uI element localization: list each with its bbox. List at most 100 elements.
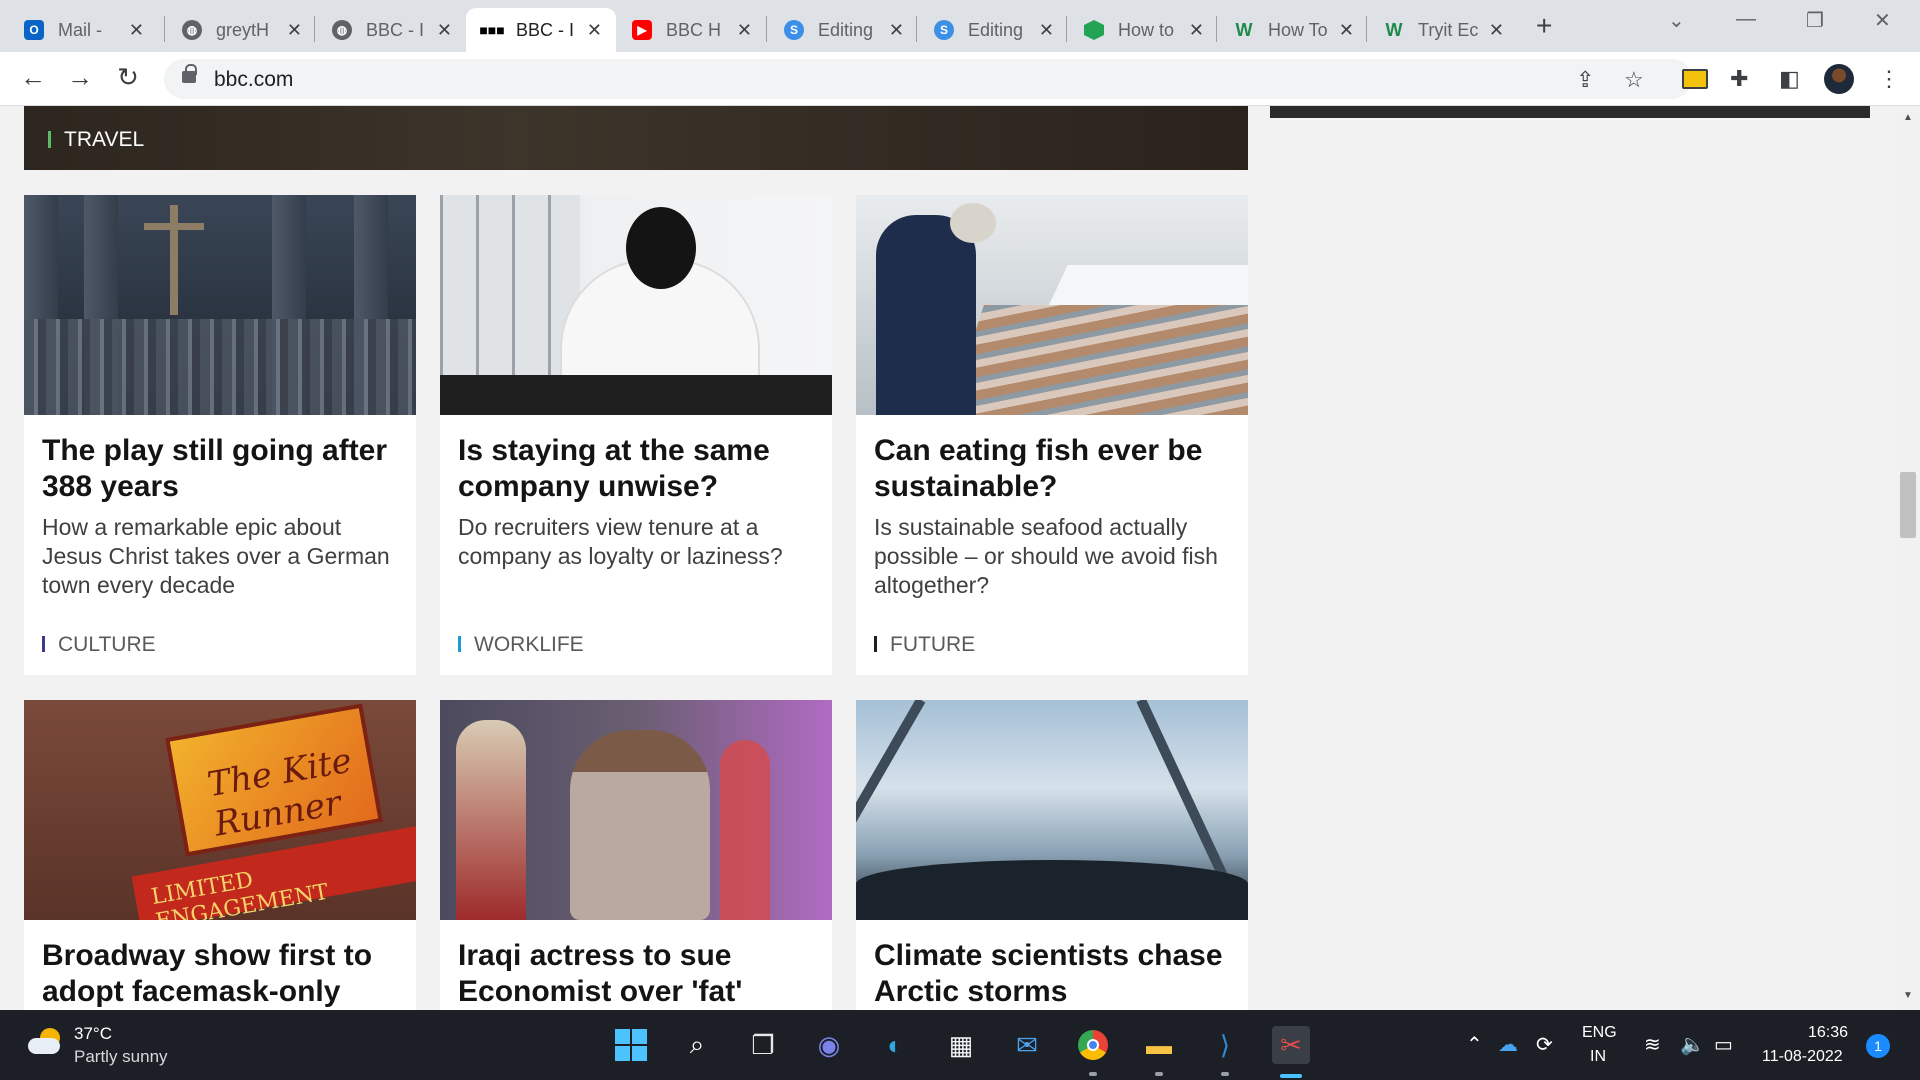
story-headline[interactable]: Climate scientists chase Arctic storms	[856, 920, 1248, 1010]
running-indicator	[1155, 1072, 1163, 1076]
story-headline[interactable]: Iraqi actress to sue Economist over 'fat…	[440, 920, 832, 1010]
tab-bbc-1[interactable]: ◍ BBC - I ✕	[316, 8, 466, 52]
mail-icon[interactable]: ✉	[1008, 1026, 1046, 1064]
close-icon[interactable]: ✕	[1039, 20, 1054, 41]
weather-temperature[interactable]: 37°C	[74, 1024, 112, 1044]
store-icon[interactable]: ▦	[942, 1026, 980, 1064]
tab-title: Editing	[818, 19, 874, 40]
story-card-broadway[interactable]: The Kite Runner LIMITED ENGAGEMENT Broad…	[24, 700, 416, 1010]
scroll-down-icon[interactable]: ▼	[1903, 990, 1913, 1001]
story-headline[interactable]: Can eating fish ever be sustainable?	[856, 415, 1248, 505]
task-view-icon[interactable]: ❐	[744, 1026, 782, 1064]
weather-condition[interactable]: Partly sunny	[74, 1047, 168, 1067]
side-panel-icon[interactable]: ◧	[1779, 66, 1800, 92]
story-image-iraqi-actress[interactable]	[440, 700, 832, 920]
battery-icon[interactable]: ▭	[1714, 1032, 1733, 1057]
story-card-company[interactable]: Is staying at the same company unwise? D…	[440, 195, 832, 675]
w-icon: W	[1385, 19, 1403, 40]
notification-badge[interactable]: 1	[1866, 1034, 1890, 1058]
story-section-tag[interactable]: CULTURE	[42, 633, 156, 657]
window-close-icon[interactable]: ✕	[1874, 8, 1891, 33]
tab-title: BBC - I	[516, 19, 575, 40]
extension-icon[interactable]	[1682, 69, 1708, 89]
close-icon[interactable]: ✕	[587, 20, 602, 41]
tab-separator	[1366, 16, 1367, 42]
tab-separator	[164, 16, 165, 42]
tab-how-to-w3[interactable]: W How To ✕	[1218, 8, 1368, 52]
clock-time[interactable]: 16:36	[1808, 1024, 1848, 1042]
travel-hero-banner[interactable]: TRAVEL	[24, 106, 1248, 170]
input-region[interactable]: IN	[1590, 1048, 1606, 1066]
minimize-icon[interactable]: —	[1736, 8, 1756, 31]
travel-section-label[interactable]: TRAVEL	[48, 128, 144, 152]
story-card-play[interactable]: The play still going after 388 years How…	[24, 195, 416, 675]
close-icon[interactable]: ✕	[737, 20, 752, 41]
scrollbar-thumb[interactable]	[1900, 472, 1916, 538]
tab-mail[interactable]: O Mail - ✕	[8, 8, 158, 52]
close-icon[interactable]: ✕	[287, 20, 302, 41]
file-explorer-icon[interactable]: ▬	[1140, 1026, 1178, 1064]
tab-editing-2[interactable]: S Editing ✕	[918, 8, 1068, 52]
bookmark-star-icon[interactable]: ☆	[1624, 67, 1644, 93]
tab-bbc-youtube[interactable]: ▶ BBC H ✕	[616, 8, 766, 52]
close-icon[interactable]: ✕	[1489, 20, 1504, 41]
onedrive-icon[interactable]: ☁	[1498, 1032, 1518, 1057]
story-headline[interactable]: Is staying at the same company unwise?	[440, 415, 832, 505]
url-text[interactable]: bbc.com	[214, 68, 293, 92]
edge-icon[interactable]: ◐	[876, 1026, 914, 1064]
story-image-company[interactable]	[440, 195, 832, 415]
input-language[interactable]: ENG	[1582, 1024, 1617, 1042]
back-icon[interactable]: ←	[16, 62, 50, 93]
tab-editing-1[interactable]: S Editing ✕	[768, 8, 918, 52]
tab-search-icon[interactable]: ⌄	[1668, 8, 1685, 33]
story-image-arctic[interactable]	[856, 700, 1248, 920]
close-icon[interactable]: ✕	[889, 20, 904, 41]
close-icon[interactable]: ✕	[437, 20, 452, 41]
close-icon[interactable]: ✕	[129, 20, 144, 41]
tab-tryit[interactable]: W Tryit Ec ✕	[1368, 8, 1518, 52]
chat-icon[interactable]: ◉	[810, 1026, 848, 1064]
menu-kebab-icon[interactable]: ⋮	[1878, 66, 1900, 92]
editing-icon: S	[934, 20, 954, 40]
weather-icon[interactable]	[28, 1028, 64, 1056]
story-card-iraqi-actress[interactable]: Iraqi actress to sue Economist over 'fat…	[440, 700, 832, 1010]
forward-icon[interactable]: →	[63, 62, 97, 93]
story-image-broadway[interactable]: The Kite Runner LIMITED ENGAGEMENT	[24, 700, 416, 920]
sync-icon[interactable]: ⟳	[1536, 1032, 1553, 1057]
start-icon[interactable]	[612, 1026, 650, 1064]
restore-icon[interactable]: ❐	[1806, 8, 1824, 33]
search-icon[interactable]: ⌕	[678, 1026, 716, 1064]
share-icon[interactable]: ⇪	[1576, 67, 1594, 93]
tab-greyth[interactable]: ◍ greytH ✕	[166, 8, 316, 52]
close-icon[interactable]: ✕	[1339, 20, 1354, 41]
clock-date[interactable]: 11-08-2022	[1762, 1048, 1843, 1066]
vscode-icon[interactable]: ⟩	[1206, 1026, 1244, 1064]
scroll-up-icon[interactable]: ▲	[1903, 112, 1913, 123]
avatar[interactable]	[1824, 64, 1854, 94]
story-image-fish[interactable]	[856, 195, 1248, 415]
tab-title: Tryit Ec	[1418, 19, 1479, 40]
chrome-icon[interactable]	[1074, 1026, 1112, 1064]
story-image-play[interactable]	[24, 195, 416, 415]
show-hidden-icons[interactable]: ⌃	[1466, 1032, 1483, 1057]
snipping-tool-icon[interactable]: ✂	[1272, 1026, 1310, 1064]
extensions-puzzle-icon[interactable]: ✚	[1730, 66, 1748, 92]
story-headline[interactable]: The play still going after 388 years	[24, 415, 416, 505]
story-card-arctic[interactable]: Climate scientists chase Arctic storms	[856, 700, 1248, 1010]
lock-icon[interactable]	[182, 64, 197, 83]
address-bar[interactable]: bbc.com ⇪ ☆	[164, 59, 1692, 99]
wifi-icon[interactable]: ≋	[1644, 1032, 1661, 1057]
story-headline[interactable]: Broadway show first to adopt facemask-on…	[24, 920, 416, 1010]
globe-icon: ◍	[182, 20, 202, 40]
vertical-scrollbar[interactable]: ▲ ▼	[1896, 106, 1920, 1010]
editing-icon: S	[784, 20, 804, 40]
story-section-tag[interactable]: FUTURE	[874, 633, 975, 657]
tab-how-to[interactable]: How to ✕	[1068, 8, 1218, 52]
story-card-fish[interactable]: Can eating fish ever be sustainable? Is …	[856, 195, 1248, 675]
volume-icon[interactable]: 🔈	[1680, 1032, 1705, 1057]
close-icon[interactable]: ✕	[1189, 20, 1204, 41]
tab-bbc-active[interactable]: ■■■ BBC - I ✕	[466, 8, 616, 52]
reload-icon[interactable]: ↻	[111, 62, 145, 93]
story-section-tag[interactable]: WORKLIFE	[458, 633, 584, 657]
new-tab-button[interactable]: +	[1536, 10, 1552, 42]
